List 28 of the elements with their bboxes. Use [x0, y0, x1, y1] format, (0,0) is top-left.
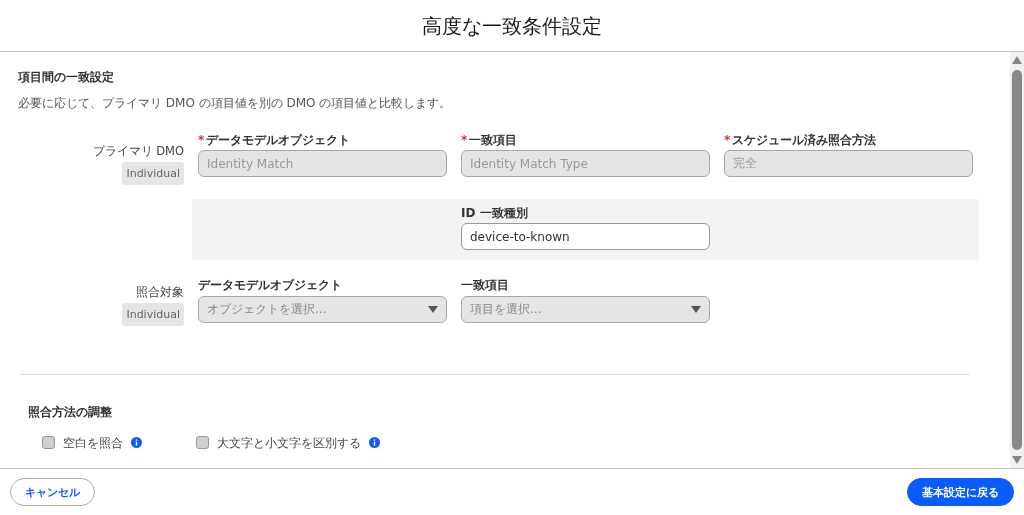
text-field[interactable]: device-to-known: [461, 223, 710, 251]
checkbox-label: 大文字と小文字を区別する: [217, 435, 361, 450]
row-label: 照合対象: [136, 286, 184, 300]
object-badge: Individual: [122, 302, 184, 327]
scrollbar[interactable]: [1010, 52, 1024, 468]
section-title: 照合方法の調整: [28, 405, 113, 420]
row-label: プライマリ DMO: [92, 144, 184, 159]
field-label: ID 一致種別: [461, 205, 529, 221]
field-label: * 一致項目: [461, 132, 519, 148]
section-title: 項目間の一致設定: [18, 70, 115, 85]
field-label: * データモデルオブジェクト: [198, 132, 352, 148]
checkbox[interactable]: [196, 436, 209, 450]
section-description: 必要に応じて、プライマリ DMO の項目値を別の DMO の項目値と比較します。: [18, 96, 453, 111]
info-icon[interactable]: [131, 437, 142, 449]
field-label: * スケジュール済み照合方法: [724, 132, 878, 148]
info-icon[interactable]: [369, 437, 380, 449]
dialog-title: 高度な一致条件設定: [422, 13, 602, 38]
scroll-down-icon[interactable]: [1012, 456, 1022, 464]
back-button[interactable]: 基本設定に戻る: [907, 478, 1014, 506]
scroll-up-icon[interactable]: [1012, 56, 1022, 64]
caret-icon: [691, 305, 701, 313]
checkbox-label: 空白を照合: [63, 435, 123, 450]
caret-icon: [428, 305, 438, 313]
object-badge: Individual: [122, 161, 184, 185]
field-label: データモデルオブジェクト: [198, 278, 343, 293]
field-label: 一致項目: [461, 278, 510, 293]
cancel-button[interactable]: キャンセル: [10, 478, 95, 506]
checkbox[interactable]: [42, 436, 55, 450]
